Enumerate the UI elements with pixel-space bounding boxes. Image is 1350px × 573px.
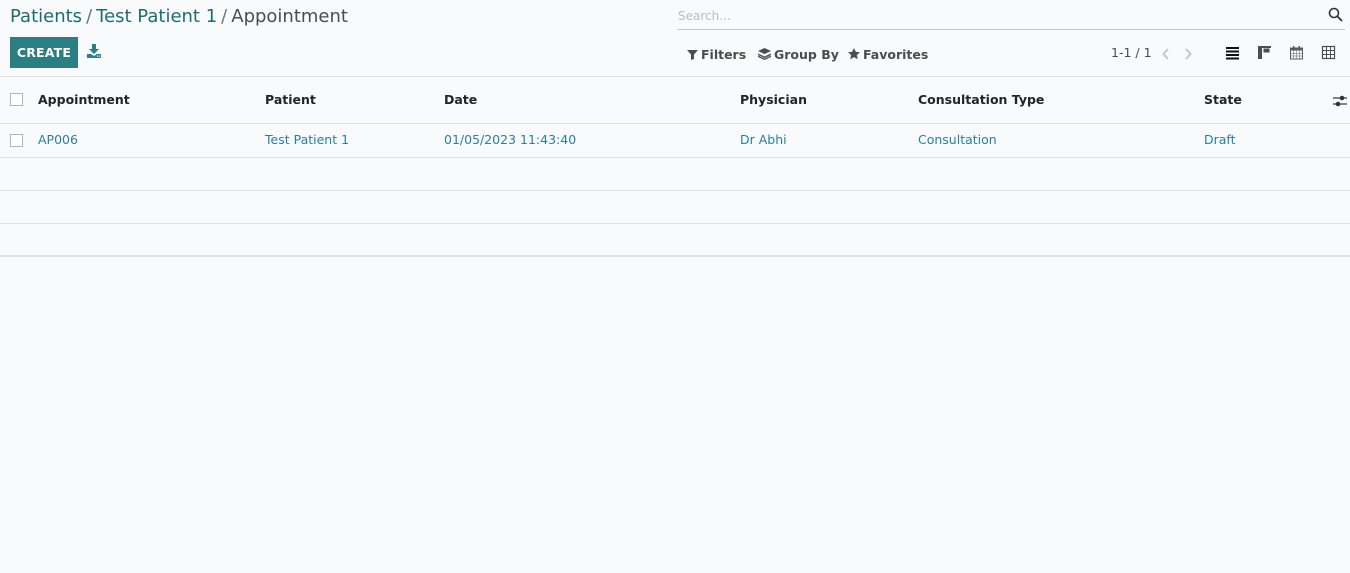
empty-row bbox=[0, 224, 1350, 257]
breadcrumb-separator: / bbox=[221, 6, 228, 27]
filters-button[interactable]: Filters bbox=[687, 45, 746, 63]
optional-columns-icon[interactable] bbox=[1333, 93, 1347, 107]
empty-row bbox=[0, 158, 1350, 191]
row-checkbox[interactable] bbox=[10, 134, 23, 147]
control-panel: Patients / Test Patient 1/Appointment CREA… bbox=[0, 0, 1350, 77]
search-icon[interactable] bbox=[1328, 7, 1343, 22]
calendar-view-icon[interactable] bbox=[1289, 45, 1304, 60]
breadcrumb-separator: / bbox=[86, 6, 93, 27]
list-view-icon[interactable] bbox=[1225, 45, 1240, 60]
group-by-button[interactable]: Group By bbox=[758, 45, 839, 63]
favorites-button[interactable]: Favorites bbox=[848, 45, 928, 63]
empty-row bbox=[0, 191, 1350, 224]
select-all-checkbox[interactable] bbox=[10, 93, 23, 106]
favorites-label: Favorites bbox=[863, 46, 929, 62]
search-bar bbox=[677, 2, 1345, 30]
column-header-date[interactable]: Date bbox=[444, 92, 477, 107]
cell-consultation-type[interactable]: Consultation bbox=[918, 132, 997, 147]
filter-icon bbox=[687, 49, 698, 60]
cell-patient[interactable]: Test Patient 1 bbox=[265, 132, 349, 147]
breadcrumb-patients[interactable]: Patients bbox=[10, 6, 82, 27]
breadcrumb-current: Appointment bbox=[231, 6, 348, 27]
column-header-patient[interactable]: Patient bbox=[265, 92, 316, 107]
column-header-consultation-type[interactable]: Consultation Type bbox=[918, 92, 1044, 107]
search-input[interactable] bbox=[678, 6, 1308, 26]
cell-date[interactable]: 01/05/2023 11:43:40 bbox=[444, 132, 576, 147]
cell-state[interactable]: Draft bbox=[1204, 132, 1236, 147]
filters-label: Filters bbox=[701, 46, 747, 62]
star-icon bbox=[848, 48, 860, 60]
pager-value[interactable]: 1-1 / 1 bbox=[1111, 45, 1152, 60]
breadcrumb-test-patient[interactable]: Test Patient 1 bbox=[96, 6, 217, 27]
create-button[interactable]: CREATE bbox=[10, 37, 78, 68]
cell-physician[interactable]: Dr Abhi bbox=[740, 132, 787, 147]
cell-appointment[interactable]: AP006 bbox=[38, 132, 78, 147]
kanban-view-icon[interactable] bbox=[1257, 45, 1272, 60]
column-header-state[interactable]: State bbox=[1204, 92, 1242, 107]
layers-icon bbox=[758, 48, 771, 60]
breadcrumb: Patients / Test Patient 1/Appointment bbox=[10, 5, 348, 29]
appointment-list: Appointment Patient Date Physician Consu… bbox=[0, 77, 1350, 257]
pivot-view-icon[interactable] bbox=[1321, 45, 1336, 60]
column-header-physician[interactable]: Physician bbox=[740, 92, 807, 107]
column-header-appointment[interactable]: Appointment bbox=[38, 92, 130, 107]
chevron-left-icon[interactable] bbox=[1161, 46, 1171, 60]
download-icon[interactable] bbox=[86, 43, 102, 59]
table-row[interactable]: AP006 Test Patient 1 01/05/2023 11:43:40… bbox=[0, 124, 1350, 158]
group-by-label: Group By bbox=[774, 46, 839, 62]
table-header: Appointment Patient Date Physician Consu… bbox=[0, 77, 1350, 124]
chevron-right-icon[interactable] bbox=[1183, 46, 1193, 60]
